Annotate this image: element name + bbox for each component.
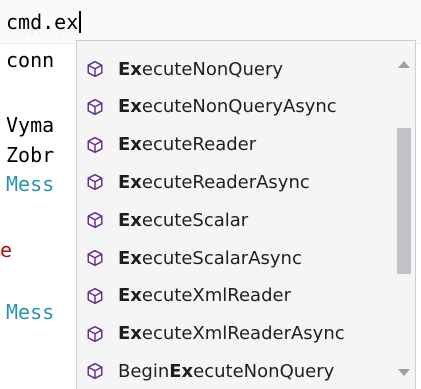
code-line[interactable]: Mess — [6, 300, 54, 324]
completion-scrollbar[interactable] — [393, 41, 415, 389]
code-editor[interactable]: cmd.ex conn Vyma Zobr Mess e Mess Execut… — [0, 0, 421, 389]
code-line[interactable]: Mess — [6, 172, 54, 196]
completion-item-label: ExecuteXmlReaderAsync — [118, 323, 345, 344]
label-match: Ex — [118, 247, 142, 269]
code-line[interactable]: Vyma — [6, 113, 54, 137]
label-suffix: ecuteXmlReaderAsync — [141, 323, 345, 345]
completion-item-label: ExecuteNonQuery — [118, 59, 283, 80]
code-line[interactable]: e — [0, 238, 12, 262]
text-caret — [79, 11, 82, 33]
intellisense-completion-list[interactable]: ExecuteNonQuery ExecuteNonQueryAsync Execu… — [76, 40, 416, 389]
completion-item[interactable]: BeginExecuteNonQuery — [77, 352, 393, 389]
completion-item[interactable]: ExecuteNonQueryAsync — [77, 88, 393, 126]
method-cube-icon — [87, 174, 103, 191]
method-cube-icon — [87, 60, 103, 78]
label-match: Ex — [118, 58, 142, 80]
scrollbar-thumb[interactable] — [397, 128, 411, 274]
label-suffix: ecuteReaderAsync — [141, 171, 310, 193]
label-prefix: Begin — [118, 360, 170, 382]
label-suffix: ecuteNonQuery — [141, 58, 284, 80]
code-line[interactable]: Zobr — [6, 143, 54, 167]
label-match: Ex — [118, 134, 142, 156]
completion-item-label: ExecuteNonQueryAsync — [118, 96, 337, 117]
label-suffix: ecuteScalar — [141, 209, 249, 231]
method-cube-icon — [87, 249, 103, 267]
label-match: Ex — [118, 209, 142, 231]
method-cube-icon — [87, 98, 103, 115]
label-suffix: ecuteNonQuery — [193, 360, 335, 382]
completion-item-label: ExecuteXmlReader — [118, 285, 291, 306]
label-match: Ex — [118, 285, 142, 307]
method-cube-icon — [87, 325, 103, 342]
completion-item[interactable]: ExecuteXmlReader — [77, 277, 393, 315]
label-suffix: ecuteNonQueryAsync — [141, 96, 337, 118]
completion-item[interactable]: ExecuteReaderAsync — [77, 163, 393, 201]
label-match: Ex — [169, 360, 194, 382]
completion-item[interactable]: ExecuteNonQuery — [77, 50, 393, 88]
method-cube-icon — [87, 212, 103, 229]
label-match: Ex — [118, 96, 142, 118]
code-line-current[interactable]: cmd.ex — [6, 10, 82, 34]
method-cube-icon — [87, 363, 103, 380]
scroll-up-arrow-icon[interactable] — [398, 61, 410, 68]
label-suffix: ecuteScalarAsync — [141, 247, 302, 269]
label-match: Ex — [118, 323, 142, 345]
completion-item[interactable]: ExecuteXmlReaderAsync — [77, 315, 393, 353]
code-line[interactable]: conn — [6, 48, 54, 72]
completion-item-label: ExecuteScalar — [118, 210, 248, 231]
label-match: Ex — [118, 171, 142, 193]
method-cube-icon — [87, 287, 103, 304]
scroll-down-arrow-icon[interactable] — [398, 369, 410, 376]
completion-item-label: ExecuteReaderAsync — [118, 172, 310, 193]
completion-item[interactable]: ExecuteScalarAsync — [77, 239, 393, 277]
completion-item[interactable]: ExecuteScalar — [77, 201, 393, 239]
method-cube-icon — [87, 136, 103, 153]
typed-code: cmd.ex — [6, 10, 79, 34]
completion-item-label: ExecuteScalarAsync — [118, 248, 302, 269]
completion-item-label: BeginExecuteNonQuery — [118, 361, 334, 382]
label-suffix: ecuteReader — [141, 134, 257, 156]
label-suffix: ecuteXmlReader — [141, 285, 291, 307]
completion-item[interactable]: ExecuteReader — [77, 126, 393, 164]
completion-item-label: ExecuteReader — [118, 134, 256, 155]
